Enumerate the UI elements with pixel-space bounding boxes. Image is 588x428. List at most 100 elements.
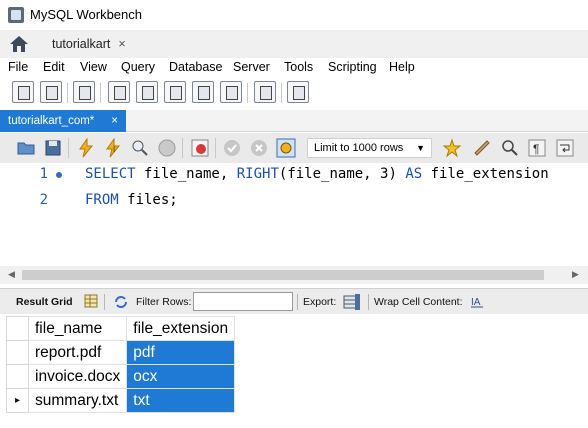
add-snippet-icon[interactable] <box>442 138 462 158</box>
cell-file-name[interactable]: report.pdf <box>27 340 128 365</box>
window-title: MySQL Workbench <box>30 7 142 22</box>
reconnect-icon[interactable] <box>287 81 309 103</box>
toggle-error-icon[interactable] <box>190 138 210 158</box>
line-number: 2 <box>39 192 48 208</box>
row-header-corner <box>6 316 29 341</box>
commit-icon[interactable] <box>222 138 242 158</box>
grid-icon[interactable] <box>84 294 98 308</box>
svg-text:IA: IA <box>471 297 481 308</box>
result-grid-tab[interactable]: Result Grid <box>16 296 73 308</box>
column-header-file-name[interactable]: file_name <box>27 316 128 341</box>
create-procedure-icon[interactable] <box>192 81 214 103</box>
menu-server[interactable]: Server <box>233 60 270 74</box>
table-row[interactable]: invoice.docx ocx <box>6 364 236 389</box>
export-icon[interactable] <box>343 293 361 311</box>
limit-rows-dropdown[interactable]: Limit to 1000 rows ▼ <box>307 138 432 158</box>
menu-query[interactable]: Query <box>121 60 155 74</box>
save-icon[interactable] <box>43 138 63 158</box>
autocommit-icon[interactable] <box>276 138 296 158</box>
stop-icon[interactable] <box>157 138 177 158</box>
editor-tab-label: tutorialkart_com* <box>8 115 95 127</box>
menu-edit[interactable]: Edit <box>43 60 65 74</box>
line-number: 1 <box>39 166 48 182</box>
result-grid: file_name file_extension report.pdf pdf … <box>0 314 588 428</box>
scrollbar-thumb[interactable] <box>22 270 544 280</box>
scroll-left-icon[interactable]: ◀ <box>8 269 15 280</box>
sql-keyword: RIGHT <box>236 166 279 182</box>
toolbar-divider <box>215 138 216 158</box>
sql-keyword: AS <box>405 166 423 182</box>
create-function-icon[interactable] <box>220 81 242 103</box>
execute-current-icon[interactable]: I <box>103 138 123 158</box>
svg-text:I: I <box>113 145 115 154</box>
limit-rows-value: Limit to 1000 rows <box>314 142 404 154</box>
result-toolbar: Result Grid Filter Rows: Export: Wrap Ce… <box>0 288 588 314</box>
toolbar-divider <box>182 138 183 158</box>
cell-file-extension[interactable]: ocx <box>126 364 236 389</box>
create-schema-icon[interactable] <box>108 81 130 103</box>
toolbar-divider <box>67 83 68 103</box>
mysql-workbench-logo-icon <box>8 7 24 23</box>
editor-tab[interactable]: tutorialkart_com* × <box>0 110 126 132</box>
toolbar-divider <box>68 138 69 158</box>
create-table-icon[interactable] <box>136 81 158 103</box>
wrap-lines-icon[interactable] <box>555 138 575 158</box>
explain-icon[interactable] <box>130 138 150 158</box>
search-table-data-icon[interactable] <box>254 81 276 103</box>
filter-rows-input[interactable] <box>193 292 293 311</box>
wrap-cell-icon[interactable]: IA <box>470 294 484 308</box>
menu-help[interactable]: Help <box>389 60 415 74</box>
cell-file-name[interactable]: summary.txt <box>27 388 128 413</box>
svg-text:¶: ¶ <box>533 142 539 156</box>
sql-editor-toolbar: I Limit to 1000 rows ▼ ¶ <box>0 133 588 163</box>
refresh-icon[interactable] <box>113 294 129 310</box>
beautify-icon[interactable] <box>472 138 492 158</box>
connection-tab[interactable]: tutorialkart × <box>40 32 138 56</box>
toolbar-divider <box>104 294 105 310</box>
find-replace-icon[interactable] <box>500 138 520 158</box>
menu-tools[interactable]: Tools <box>284 60 313 74</box>
scroll-right-icon[interactable]: ▶ <box>572 269 579 280</box>
cell-file-name[interactable]: invoice.docx <box>27 364 128 389</box>
wrap-cell-content-label: Wrap Cell Content: <box>374 296 463 308</box>
menu-view[interactable]: View <box>80 60 107 74</box>
horizontal-scrollbar[interactable]: ◀ ▶ <box>0 266 588 284</box>
create-view-icon[interactable] <box>164 81 186 103</box>
invisible-chars-icon[interactable]: ¶ <box>527 138 547 158</box>
sql-text: files; <box>118 192 178 208</box>
sql-editor[interactable]: 1 SELECT file_name, RIGHT(file_name, 3) … <box>0 163 588 266</box>
menu-bar: File Edit View Query Database Server Too… <box>0 58 588 78</box>
open-sql-script-icon[interactable] <box>40 81 62 103</box>
new-sql-tab-icon[interactable] <box>12 81 34 103</box>
column-header-file-extension[interactable]: file_extension <box>126 316 236 341</box>
connection-tab-strip: tutorialkart × <box>0 30 588 58</box>
rollback-icon[interactable] <box>249 138 269 158</box>
execute-icon[interactable] <box>76 138 96 158</box>
result-table: file_name file_extension report.pdf pdf … <box>6 316 236 413</box>
filter-rows-label: Filter Rows: <box>136 296 192 308</box>
row-header[interactable] <box>6 340 29 365</box>
editor-tab-bar: tutorialkart_com* × <box>0 110 588 132</box>
toolbar-divider <box>297 294 298 310</box>
menu-scripting[interactable]: Scripting <box>328 60 377 74</box>
sql-text: (file_name, <box>278 166 381 182</box>
toolbar-divider <box>247 83 248 103</box>
statement-marker-icon <box>56 172 62 178</box>
current-row-marker-icon[interactable]: ▸ <box>6 388 29 413</box>
close-icon[interactable]: × <box>118 37 125 51</box>
cell-file-extension[interactable]: txt <box>126 388 236 413</box>
cell-file-extension[interactable]: pdf <box>126 340 236 365</box>
row-header[interactable] <box>6 364 29 389</box>
home-icon[interactable] <box>8 34 30 54</box>
table-row[interactable]: ▸ summary.txt txt <box>6 388 236 413</box>
inspector-icon[interactable] <box>73 81 95 103</box>
menu-database[interactable]: Database <box>169 60 223 74</box>
sql-keyword: SELECT <box>85 166 136 182</box>
chevron-down-icon: ▼ <box>416 143 425 153</box>
title-bar: MySQL Workbench <box>0 0 588 30</box>
close-icon[interactable]: × <box>111 110 118 132</box>
menu-file[interactable]: File <box>8 60 28 74</box>
table-row[interactable]: report.pdf pdf <box>6 340 236 365</box>
toolbar-divider <box>368 294 369 310</box>
open-file-icon[interactable] <box>16 138 36 158</box>
